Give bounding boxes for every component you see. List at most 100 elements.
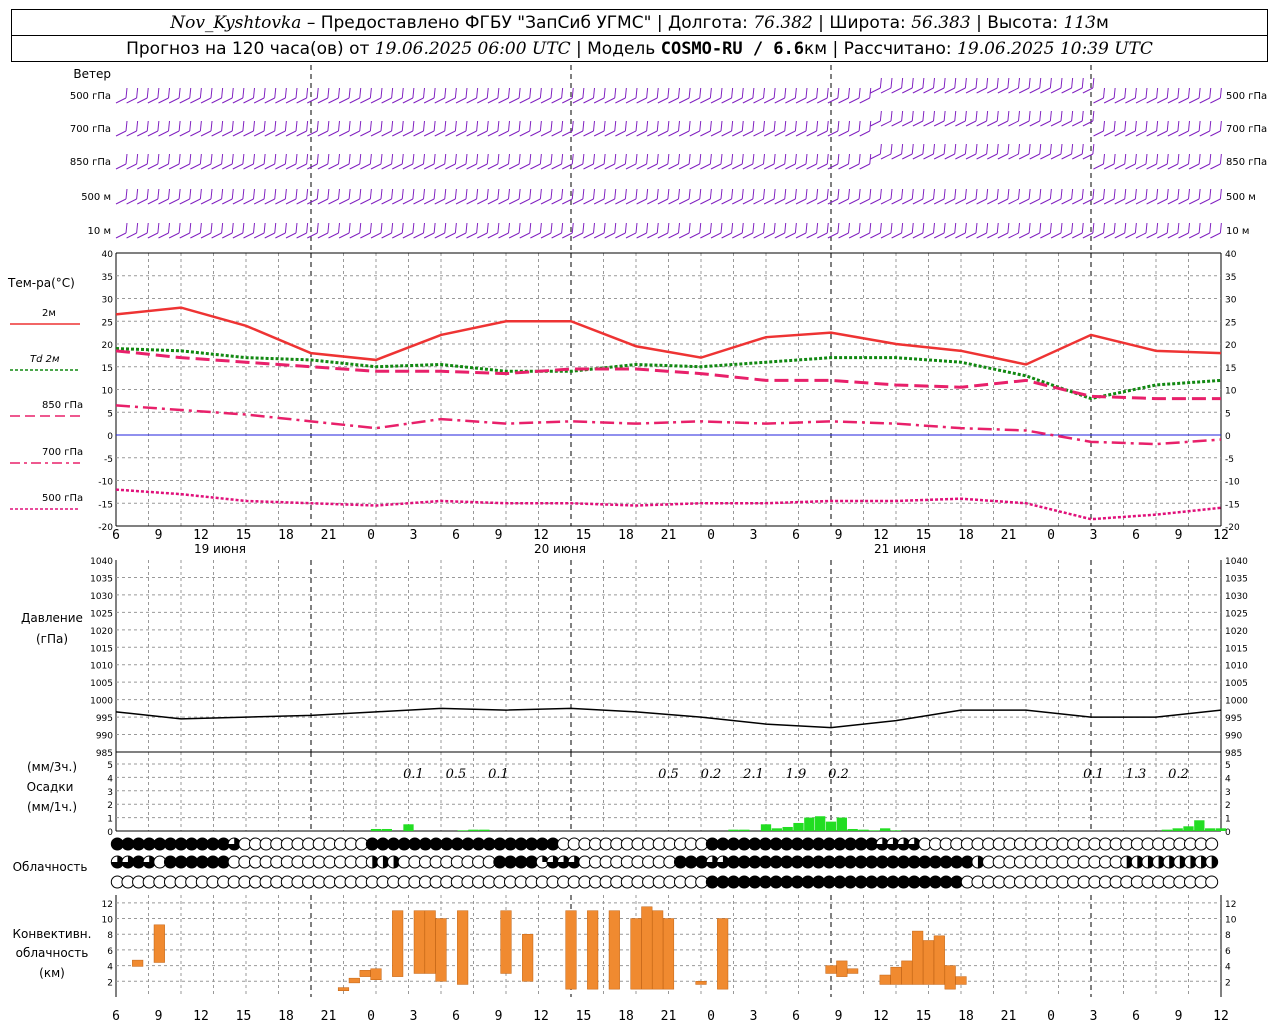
wind-barb-flag xyxy=(1103,153,1105,165)
wind-barb-flag xyxy=(1134,188,1137,200)
wind-barb xyxy=(965,120,977,127)
wind-barb xyxy=(275,130,286,137)
wind-barb xyxy=(1029,198,1040,205)
wind-barb-flag xyxy=(274,222,277,234)
wind-barb-flag xyxy=(284,120,287,132)
wind-barb xyxy=(944,120,955,127)
wind-barb-flag xyxy=(837,188,840,200)
temp-tick-left: 15 xyxy=(102,364,113,374)
hour-label: 12 xyxy=(533,1009,549,1024)
wind-barb xyxy=(264,163,275,170)
wind-barb xyxy=(647,163,658,170)
wind-barb-flag xyxy=(826,188,829,200)
wind-barb-flag xyxy=(1198,120,1201,132)
wind-barb xyxy=(1008,153,1019,160)
wind-barb xyxy=(976,153,987,160)
wind-barb-flag xyxy=(295,120,298,132)
wind-barb xyxy=(721,130,732,137)
wind-barb-flag xyxy=(423,188,425,200)
hour-label: 18 xyxy=(618,1009,634,1024)
hour-label: 21 xyxy=(661,528,677,543)
wind-barb-flag xyxy=(168,188,170,200)
wind-barb-flag xyxy=(593,153,595,165)
wind-barb-flag xyxy=(550,222,553,234)
wind-barb-flag xyxy=(720,153,723,165)
wind-barb-flag xyxy=(911,77,914,89)
wind-barb xyxy=(615,163,626,170)
wind-barb-flag xyxy=(656,222,659,234)
wind-barb-flag xyxy=(1071,222,1074,234)
wind-barb xyxy=(1114,97,1125,104)
wind-barb-flag xyxy=(508,222,510,234)
hour-label: 12 xyxy=(533,528,549,543)
wind-barb-flag xyxy=(816,87,819,99)
wind-barb-flag xyxy=(189,222,192,234)
wind-barb-flag xyxy=(529,120,532,132)
wind-barb xyxy=(466,198,477,205)
wind-barb-flag xyxy=(571,222,574,234)
precip-bar xyxy=(880,828,891,831)
wind-barb-flag xyxy=(1039,77,1042,89)
wind-barb-flag xyxy=(858,222,861,234)
wind-barb-flag xyxy=(667,120,670,132)
wind-barb xyxy=(583,130,594,137)
wind-barb-flag xyxy=(146,188,149,200)
wind-barb xyxy=(1178,97,1189,104)
wind-barb xyxy=(190,97,201,104)
wind-barb xyxy=(200,163,212,170)
wind-barb-flag xyxy=(1007,77,1010,89)
wind-barb-flag xyxy=(284,188,287,200)
wind-barb-flag xyxy=(486,222,489,234)
wind-barb xyxy=(710,97,722,104)
wind-barb-flag xyxy=(1145,153,1148,165)
wind-barb-flag xyxy=(263,120,266,132)
wind-barb-flag xyxy=(454,120,457,132)
wind-barb xyxy=(1125,130,1136,137)
wind-barb-flag xyxy=(635,153,638,165)
wind-barb xyxy=(880,120,892,127)
wind-barb xyxy=(870,153,881,160)
wind-barb-flag xyxy=(157,120,160,132)
cloud-symbol xyxy=(1205,837,1219,851)
wind-barb-flag xyxy=(752,87,755,99)
wind-barb-flag xyxy=(1071,188,1074,200)
wind-barb xyxy=(530,232,541,239)
wind-barb xyxy=(477,97,488,104)
wind-barb xyxy=(657,97,669,104)
pressure-tick-right: 1025 xyxy=(1225,609,1248,619)
wind-barb xyxy=(923,198,934,205)
wind-barb-flag xyxy=(1007,143,1010,155)
wind-barb xyxy=(636,97,647,104)
wind-barb-flag xyxy=(1209,120,1212,132)
conv-bar xyxy=(337,987,350,991)
wind-barb xyxy=(328,130,339,137)
date-label: 21 июня xyxy=(874,542,926,556)
wind-barb xyxy=(126,198,137,205)
wind-barb xyxy=(933,232,945,239)
wind-barb-flag xyxy=(996,222,999,234)
wind-barb-flag xyxy=(922,188,925,200)
wind-barb xyxy=(923,87,934,94)
precip-bar xyxy=(804,817,815,831)
wind-barb xyxy=(593,198,605,205)
cloud-fill xyxy=(1211,856,1218,868)
wind-barb-flag xyxy=(731,222,734,234)
wind-barb xyxy=(636,130,647,137)
wind-barb-flag xyxy=(1049,222,1052,234)
wind-barb xyxy=(955,198,966,205)
wind-barb-flag xyxy=(1198,188,1201,200)
hour-label: 6 xyxy=(452,528,460,543)
wind-barb-flag xyxy=(125,120,128,132)
wind-barb xyxy=(1114,198,1125,205)
wind-barb xyxy=(1167,130,1179,137)
wind-barb xyxy=(795,163,807,170)
wind-barb-flag xyxy=(1018,77,1020,89)
wind-barb-flag xyxy=(709,188,712,200)
wind-barb-flag xyxy=(688,188,691,200)
wind-barb xyxy=(1210,198,1221,205)
wind-barb-flag xyxy=(890,77,893,89)
wind-barb-flag xyxy=(497,87,500,99)
precip-total-label: 0.5 xyxy=(446,767,467,782)
wind-barb xyxy=(1040,120,1051,127)
wind-barb xyxy=(1125,232,1136,239)
